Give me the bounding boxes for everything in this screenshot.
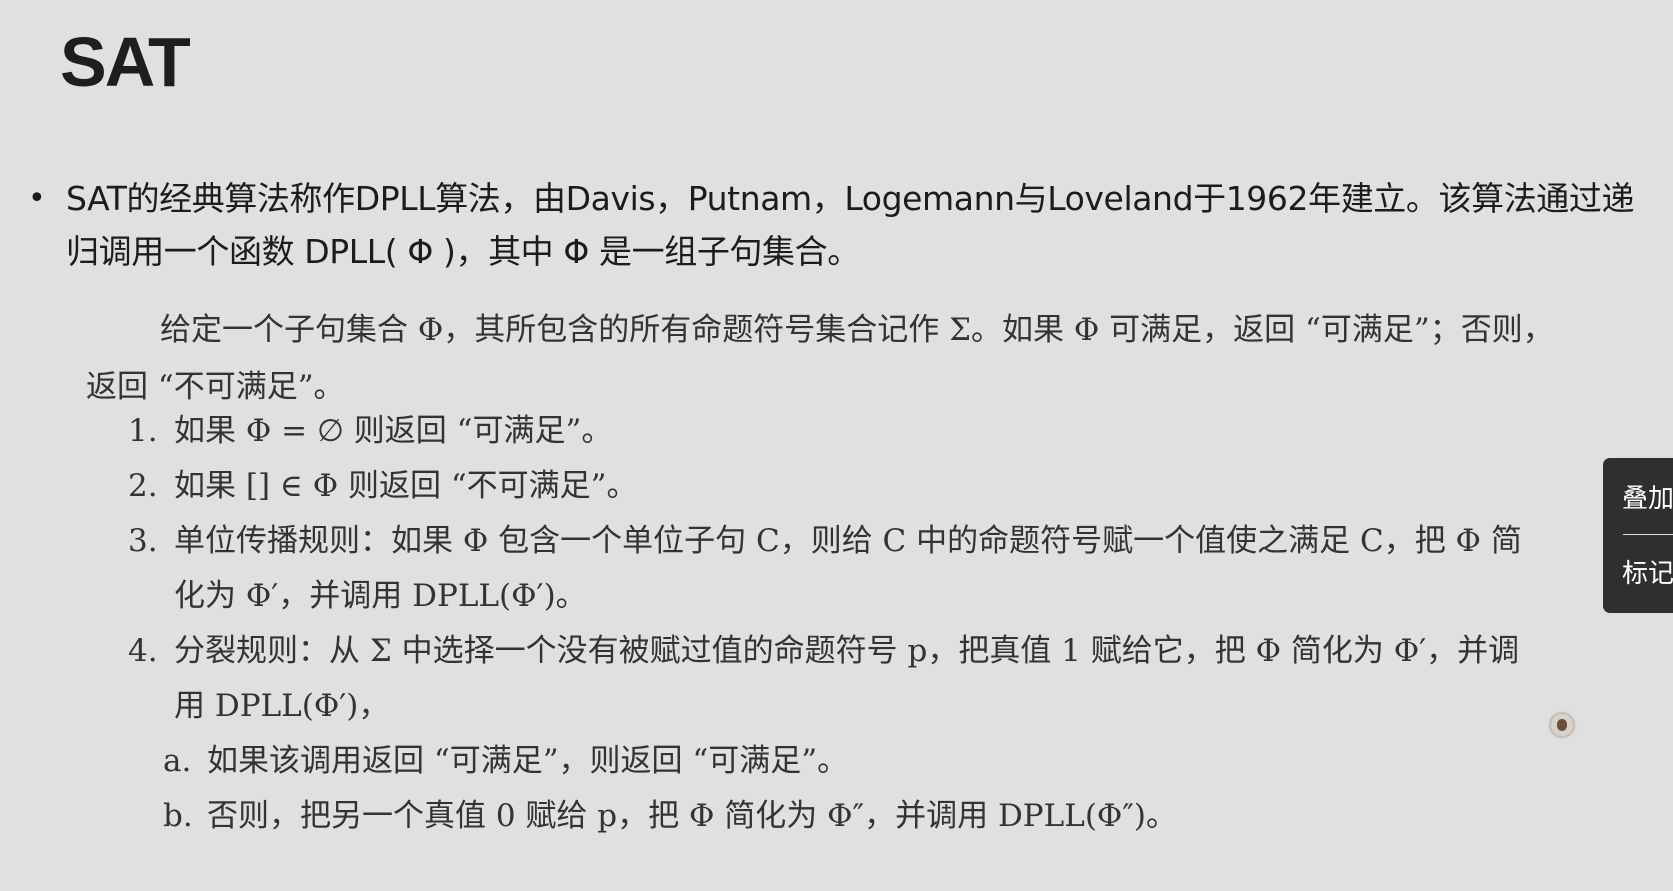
algorithm-substep: a. 如果该调用返回 “可满足”，则返回 “可满足”。 bbox=[163, 734, 1538, 789]
panel-divider bbox=[1623, 534, 1673, 535]
step-number: 2. bbox=[128, 468, 158, 504]
bullet-point: • SAT的经典算法称作DPLL算法，由Davis，Putnam，Logeman… bbox=[28, 172, 1648, 278]
step-number: 1. bbox=[128, 413, 158, 449]
slide-title: SAT bbox=[60, 23, 191, 101]
algorithm-substep: b. 否则，把另一个真值 0 赋给 p，把 Φ 简化为 Φ″，并调用 DPLL(… bbox=[163, 789, 1538, 844]
algorithm-steps: 1. 如果 Φ = ∅ 则返回 “可满足”。 2. 如果 [] ∈ Φ 则返回 … bbox=[128, 404, 1538, 844]
algorithm-block: 给定一个子句集合 Φ，其所包含的所有命题符号集合记作 Σ。如果 Φ 可满足，返回… bbox=[86, 302, 1566, 834]
substep-text: 如果该调用返回 “可满足”，则返回 “可满足”。 bbox=[207, 743, 849, 779]
substep-letter: a. bbox=[163, 743, 192, 779]
overlay-button[interactable]: 叠加 bbox=[1622, 478, 1673, 515]
step-text: 如果 Φ = ∅ 则返回 “可满足”。 bbox=[174, 413, 613, 449]
substep-letter: b. bbox=[163, 798, 193, 834]
algorithm-step: 3. 单位传播规则：如果 Φ 包含一个单位子句 C，则给 C 中的命题符号赋一个… bbox=[128, 514, 1538, 624]
bullet-text: SAT的经典算法称作DPLL算法，由Davis，Putnam，Logemann与… bbox=[66, 179, 1635, 271]
step-text: 单位传播规则：如果 Φ 包含一个单位子句 C，则给 C 中的命题符号赋一个值使之… bbox=[174, 523, 1522, 614]
user-avatar-icon bbox=[1551, 714, 1573, 736]
annotation-side-panel: 叠加 标记 bbox=[1603, 458, 1673, 613]
algorithm-step: 2. 如果 [] ∈ Φ 则返回 “不可满足”。 bbox=[128, 459, 1538, 514]
step-number: 3. bbox=[128, 523, 158, 559]
bullet-dot-icon: • bbox=[28, 181, 46, 216]
step-text: 分裂规则：从 Σ 中选择一个没有被赋过值的命题符号 p，把真值 1 赋给它，把 … bbox=[174, 633, 1520, 724]
algorithm-intro: 给定一个子句集合 Φ，其所包含的所有命题符号集合记作 Σ。如果 Φ 可满足，返回… bbox=[86, 312, 1554, 405]
mark-button[interactable]: 标记 bbox=[1622, 553, 1673, 590]
step-text: 如果 [] ∈ Φ 则返回 “不可满足”。 bbox=[174, 468, 638, 504]
algorithm-substeps: a. 如果该调用返回 “可满足”，则返回 “可满足”。 b. 否则，把另一个真值… bbox=[163, 734, 1538, 844]
algorithm-step: 4. 分裂规则：从 Σ 中选择一个没有被赋过值的命题符号 p，把真值 1 赋给它… bbox=[128, 624, 1538, 734]
algorithm-step: 1. 如果 Φ = ∅ 则返回 “可满足”。 bbox=[128, 404, 1538, 459]
step-number: 4. bbox=[128, 633, 158, 669]
substep-text: 否则，把另一个真值 0 赋给 p，把 Φ 简化为 Φ″，并调用 DPLL(Φ″)… bbox=[207, 798, 1178, 834]
